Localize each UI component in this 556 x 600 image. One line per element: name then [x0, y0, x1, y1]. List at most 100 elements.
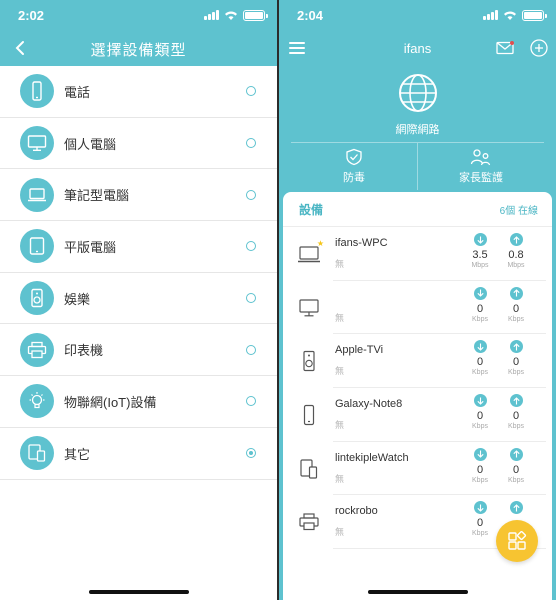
parental-control-label: 家長監護 [459, 172, 503, 184]
download-value: 0 [476, 356, 484, 369]
device-type-item[interactable]: 物聯網(IoT)設備 [0, 376, 277, 428]
client-info: rockrobo 無 [335, 505, 378, 538]
client-subtitle: 無 [335, 366, 345, 377]
download-unit: Kbps [472, 476, 488, 484]
device-type-item[interactable]: 娛樂 [0, 273, 277, 325]
download-unit: Kbps [472, 315, 488, 323]
upload-unit: Kbps [508, 315, 524, 323]
download-value: 0 [476, 302, 484, 315]
client-info: 無 [335, 291, 344, 324]
phone-icon [20, 74, 54, 109]
grid-icon [508, 531, 527, 550]
battery-icon [243, 9, 268, 21]
radio-button[interactable] [246, 86, 256, 97]
status-bar: 2:04 [279, 0, 556, 30]
download-rate: 0 Kbps [465, 286, 495, 323]
client-row[interactable]: Galaxy-Note8 無 0 Kbps 0 Kbps [283, 388, 552, 442]
device-type-item[interactable]: 筆記型電腦 [0, 169, 277, 222]
device-type-label: 娛樂 [64, 291, 91, 307]
client-name: Apple-TVi [335, 344, 384, 357]
device-type-item[interactable]: 印表機 [0, 324, 277, 377]
download-arrow-icon [473, 233, 487, 246]
radio-button[interactable] [246, 396, 256, 407]
radio-button[interactable] [246, 241, 256, 252]
devices-title: 設備 [299, 202, 324, 217]
client-row[interactable]: ★ ifans-WPC 無 3.5 Mbps 0.8 Mbps [283, 227, 552, 281]
download-value: 0 [476, 517, 484, 530]
parental-control-button[interactable]: 家長監護 [417, 143, 544, 190]
globe-icon[interactable] [397, 72, 439, 114]
client-name [335, 291, 344, 305]
upload-value: 0 [512, 463, 520, 476]
download-value: 0 [476, 463, 484, 476]
download-unit: Kbps [472, 423, 488, 431]
download-value: 3.5 [472, 249, 488, 261]
status-bar: 2:02 [0, 0, 277, 30]
client-info: Galaxy-Note8 無 [335, 398, 402, 431]
phone-icon [297, 403, 321, 427]
page-title: ifans [403, 41, 432, 56]
signal-icon [483, 10, 498, 20]
status-time: 2:02 [18, 7, 45, 23]
device-type-item[interactable]: 個人電腦 [0, 118, 277, 170]
device-type-label: 物聯網(IoT)設備 [64, 394, 157, 410]
antivirus-button[interactable]: 防毒 [291, 143, 417, 190]
battery-icon [522, 9, 547, 21]
client-name: lintekipleWatch [335, 451, 409, 464]
download-arrow-icon [473, 286, 487, 300]
parental-icon [470, 149, 491, 166]
device-type-item[interactable]: 平版電腦 [0, 221, 277, 273]
radio-button[interactable] [246, 138, 256, 149]
radio-button[interactable] [246, 293, 256, 304]
home-indicator [88, 590, 189, 594]
add-icon[interactable] [530, 39, 548, 57]
printer-icon [20, 332, 54, 367]
upload-value: 0 [512, 302, 520, 315]
home-indicator [367, 590, 468, 594]
monitor-icon [20, 126, 54, 161]
internet-label: 網際網路 [395, 124, 440, 136]
mail-icon[interactable] [496, 41, 514, 55]
radio-button-selected[interactable] [246, 448, 256, 459]
radio-button[interactable] [246, 189, 256, 200]
download-arrow-icon [473, 447, 487, 461]
client-subtitle: 無 [335, 420, 345, 431]
upload-value: 0.8 [508, 249, 524, 261]
client-row[interactable]: 無 0 Kbps 0 Kbps [283, 281, 552, 335]
right-screen: 2:04 ifans 網際網路 防毒 家長監護 設備 6個 在線 ★ ifans… [279, 0, 556, 600]
monitor-icon [297, 296, 321, 320]
signal-icon [204, 10, 219, 20]
upload-arrow-icon [509, 233, 523, 246]
client-row[interactable]: Apple-TVi 無 0 Kbps 0 Kbps [283, 334, 552, 388]
upload-unit: Kbps [508, 476, 524, 484]
upload-rate: 0 Kbps [501, 394, 531, 430]
device-type-label: 其它 [64, 446, 91, 462]
tablet-icon [20, 229, 54, 264]
download-rate: 0 Kbps [465, 340, 495, 376]
online-count[interactable]: 6個 在線 [500, 202, 538, 217]
quick-actions-button[interactable] [496, 520, 538, 562]
wifi-icon [504, 11, 516, 20]
download-unit: Mbps [471, 262, 489, 269]
client-row[interactable]: lintekipleWatch 無 0 Kbps 0 Kbps [283, 442, 552, 496]
client-name: rockrobo [335, 505, 378, 518]
upload-unit: Kbps [508, 369, 524, 377]
client-subtitle: 無 [335, 473, 345, 484]
upload-value: 0 [512, 356, 520, 369]
download-arrow-icon [473, 501, 487, 515]
client-name: Galaxy-Note8 [335, 398, 403, 411]
client-info: Apple-TVi 無 [335, 344, 383, 377]
device-type-label: 個人電腦 [64, 136, 117, 152]
device-type-item[interactable]: 電話 [0, 66, 277, 118]
printer-icon [297, 510, 321, 534]
speaker-icon [20, 281, 54, 316]
device-type-label: 電話 [64, 84, 91, 100]
laptop-icon: ★ [297, 239, 324, 266]
antivirus-label: 防毒 [343, 172, 365, 184]
radio-button[interactable] [246, 344, 256, 355]
shield-icon [346, 148, 362, 166]
upload-rate: 0 Kbps [501, 447, 531, 484]
speaker-icon [297, 349, 321, 373]
device-type-item[interactable]: 其它 [0, 428, 277, 480]
devices-card-header: 設備 6個 在線 [283, 192, 552, 227]
